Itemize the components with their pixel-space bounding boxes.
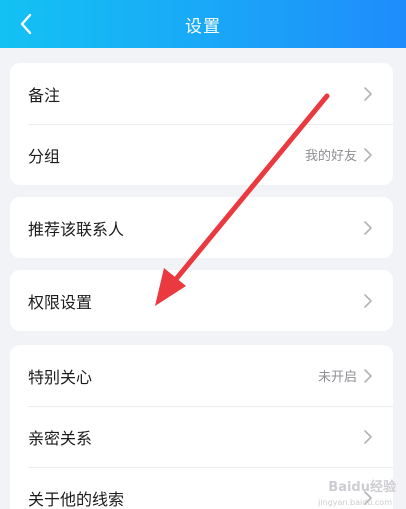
row-label: 权限设置 (28, 292, 93, 312)
back-arrow-icon (20, 13, 32, 35)
back-button[interactable] (12, 10, 40, 38)
row-label: 亲密关系 (28, 428, 93, 448)
page-title: 设置 (185, 16, 221, 37)
row-label: 备注 (28, 85, 61, 105)
chevron-right-icon (363, 368, 373, 384)
row-label: 推荐该联系人 (28, 219, 125, 239)
row-group[interactable]: 分组 我的好友 (10, 124, 393, 185)
row-value: 我的好友 (304, 149, 357, 164)
watermark-url: jingyan.baidu.com (318, 498, 392, 507)
chevron-right-icon (363, 293, 373, 309)
row-label: 关于他的线索 (28, 489, 125, 509)
row-label: 分组 (28, 146, 61, 166)
settings-group-recommend: 推荐该联系人 (10, 197, 393, 258)
row-special-care[interactable]: 特别关心 未开启 (10, 345, 393, 406)
settings-group-remark: 备注 分组 我的好友 (10, 63, 393, 185)
row-intimate-relationship[interactable]: 亲密关系 (10, 406, 393, 467)
chevron-right-icon (363, 429, 373, 445)
row-label: 特别关心 (28, 367, 93, 387)
row-remark[interactable]: 备注 (10, 63, 393, 124)
chevron-right-icon (363, 86, 373, 102)
row-value: 未开启 (317, 370, 357, 385)
row-recommend-contact[interactable]: 推荐该联系人 (10, 197, 393, 258)
chevron-right-icon (363, 220, 373, 236)
top-nav-bar: 设置 (0, 0, 406, 48)
chevron-right-icon (363, 147, 373, 163)
watermark-logo: Baidu经验 (328, 480, 396, 495)
row-permission-settings[interactable]: 权限设置 (10, 270, 393, 331)
settings-group-permissions: 权限设置 (10, 270, 393, 331)
